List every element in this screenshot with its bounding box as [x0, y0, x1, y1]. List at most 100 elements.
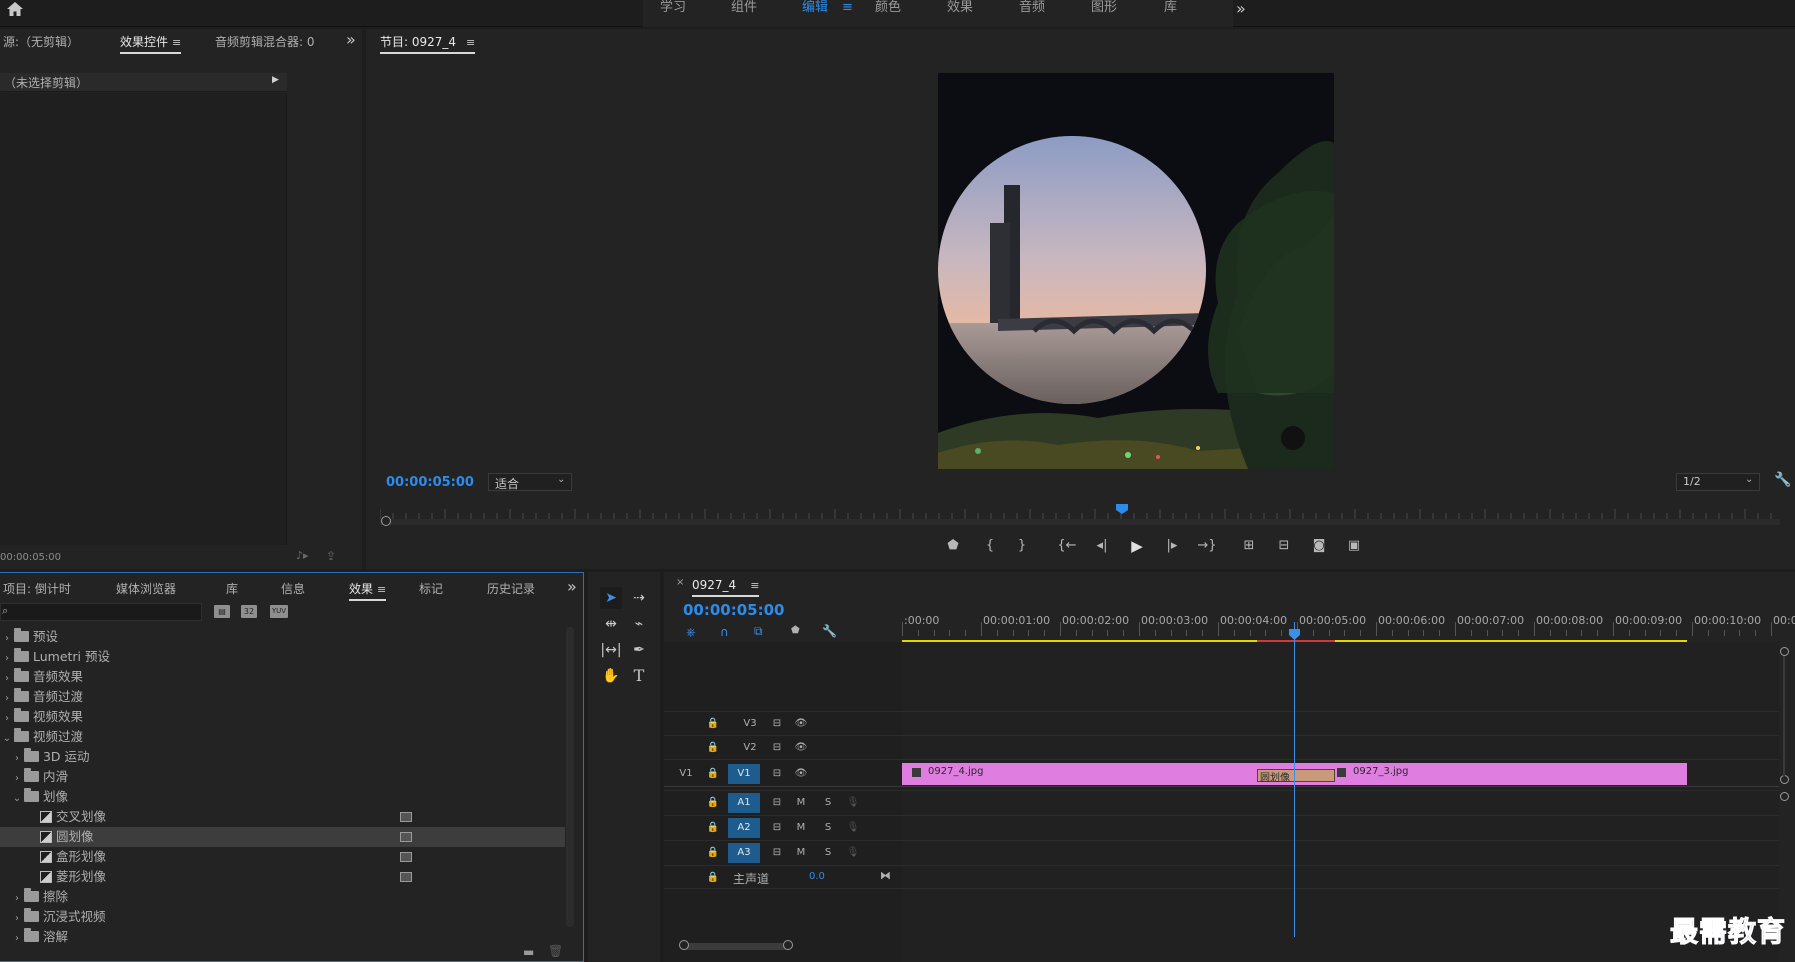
tree-item-immersive-video[interactable]: › 沉浸式视频 — [0, 907, 565, 927]
tree-item-wipe[interactable]: › 擦除 — [0, 887, 565, 907]
panel-menu-icon[interactable]: ≡ — [172, 36, 181, 49]
ripple-edit-tool-icon[interactable]: ⇹ — [600, 613, 622, 635]
horizontal-zoom-bar[interactable] — [680, 943, 789, 950]
step-back-icon[interactable]: ◂| — [1091, 536, 1113, 556]
close-icon[interactable]: × — [676, 577, 684, 588]
tree-item-video-transitions[interactable]: ⌄ 视频过渡 — [0, 727, 565, 747]
tab-audio-clip-mixer[interactable]: 音频剪辑混合器: 0 — [215, 29, 315, 55]
chevron-down-icon[interactable]: ⌄ — [10, 789, 24, 809]
timeline-playhead[interactable] — [1289, 629, 1300, 640]
vertical-scrollbar[interactable] — [1783, 656, 1785, 776]
chevron-right-icon[interactable]: › — [0, 669, 14, 689]
mark-out-icon[interactable]: } — [1011, 536, 1033, 556]
play-only-audio-icon[interactable]: ♪▸ — [296, 549, 309, 562]
tree-item-iris-round[interactable]: 圆划像 — [0, 827, 565, 847]
mute-button[interactable]: M — [792, 795, 810, 811]
double-chevron-right-icon[interactable]: » — [1236, 0, 1246, 18]
selection-tool-icon[interactable]: ➤ — [600, 587, 622, 609]
tab-info[interactable]: 信息 — [281, 576, 305, 602]
chevron-right-icon[interactable]: › — [0, 689, 14, 709]
effects-scrollbar[interactable] — [566, 627, 574, 927]
track-name-v2[interactable]: V2 — [736, 740, 764, 756]
lock-icon[interactable]: 🔒 — [704, 870, 722, 886]
lock-icon[interactable]: 🔒 — [704, 845, 722, 861]
tab-media-browser[interactable]: 媒体浏览器 — [116, 576, 176, 602]
zoom-handle-right[interactable] — [783, 940, 793, 950]
lock-icon[interactable]: 🔒 — [704, 820, 722, 836]
home-icon[interactable] — [6, 1, 24, 17]
lock-icon[interactable]: 🔒 — [704, 795, 722, 811]
tree-item-3d-motion[interactable]: › 3D 运动 — [0, 747, 565, 767]
export-icon[interactable]: ⇪ — [326, 549, 336, 563]
tab-markers[interactable]: 标记 — [419, 576, 443, 602]
effects-search-input[interactable]: ⌕ — [0, 603, 202, 621]
timeline-sequence-tab[interactable]: 0927_4 ≡ — [692, 572, 760, 598]
track-name-v3[interactable]: V3 — [736, 716, 764, 732]
audio-zoom-handle-top[interactable] — [1780, 792, 1789, 801]
chevron-down-icon[interactable]: ⌄ — [0, 729, 14, 749]
eye-icon[interactable]: 👁 — [792, 740, 810, 756]
insert-nest-icon[interactable]: ⎈ — [686, 625, 696, 640]
chevron-right-icon[interactable]: › — [10, 909, 24, 929]
workspace-tab-assembly[interactable]: 组件 — [731, 0, 757, 18]
mute-button[interactable]: M — [792, 845, 810, 861]
resolution-dropdown[interactable]: 1/2 ⌄ — [1676, 473, 1760, 491]
trash-icon[interactable]: 🗑 — [548, 944, 563, 958]
timeline-timecode[interactable]: 00:00:05:00 — [683, 601, 785, 619]
step-forward-icon[interactable]: |▸ — [1161, 536, 1183, 556]
add-marker-icon[interactable]: ⬟ — [791, 625, 800, 636]
lock-icon[interactable]: 🔒 — [704, 766, 722, 782]
panel-menu-icon[interactable]: ≡ — [466, 36, 475, 49]
sync-lock-icon[interactable]: ⊟ — [768, 795, 786, 811]
workspace-tab-graphics[interactable]: 图形 — [1091, 0, 1117, 18]
tree-item-iris-box[interactable]: 盒形划像 — [0, 847, 565, 867]
lift-icon[interactable]: ⊞ — [1238, 536, 1260, 556]
solo-button[interactable]: S — [819, 820, 837, 836]
snap-magnet-icon[interactable]: ∩ — [720, 625, 729, 639]
tab-source[interactable]: 源:（无剪辑） — [3, 29, 79, 55]
tab-effects[interactable]: 效果 ≡ — [349, 576, 387, 602]
program-timecode[interactable]: 00:00:05:00 — [386, 475, 474, 490]
chevron-right-icon[interactable]: › — [0, 629, 14, 649]
tab-project[interactable]: 项目: 倒计时 — [3, 576, 71, 602]
track-target-a3[interactable]: A3 — [728, 843, 760, 863]
eye-icon[interactable]: 👁 — [792, 716, 810, 732]
sync-lock-icon[interactable]: ⊟ — [768, 716, 786, 732]
panel-menu-icon[interactable]: ≡ — [750, 579, 759, 592]
lock-icon[interactable]: 🔒 — [704, 716, 722, 732]
tree-item-iris-cross[interactable]: 交叉划像 — [0, 807, 565, 827]
32bit-effects-icon[interactable]: 32 — [241, 605, 257, 618]
track-target-v1[interactable]: V1 — [728, 764, 760, 784]
chevron-right-icon[interactable]: › — [0, 649, 14, 669]
double-chevron-right-icon[interactable]: » — [346, 30, 356, 49]
new-bin-icon[interactable]: ▬ — [523, 945, 534, 959]
pen-tool-icon[interactable]: ✒ — [628, 639, 650, 661]
chevron-right-icon[interactable]: › — [0, 709, 14, 729]
chevron-right-icon[interactable]: › — [10, 929, 24, 949]
chevron-right-icon[interactable]: › — [10, 889, 24, 909]
tab-effect-controls[interactable]: 效果控件 ≡ — [120, 29, 182, 55]
microphone-icon[interactable]: 🎙 — [844, 820, 862, 836]
workspace-tab-libraries[interactable]: 库 — [1164, 0, 1177, 18]
tree-item-slide[interactable]: › 内滑 — [0, 767, 565, 787]
type-tool-icon[interactable]: T — [628, 665, 650, 687]
linked-selection-icon[interactable]: ⧉ — [754, 624, 763, 639]
razor-tool-icon[interactable]: ⌁ — [628, 613, 650, 635]
workspace-tab-effects[interactable]: 效果 — [947, 0, 973, 18]
solo-button[interactable]: S — [819, 845, 837, 861]
tree-item-iris[interactable]: ⌄ 划像 — [0, 787, 565, 807]
tree-item-video-effects[interactable]: › 视频效果 — [0, 707, 565, 727]
extract-icon[interactable]: ⊟ — [1273, 536, 1295, 556]
go-to-in-icon[interactable]: {← — [1056, 536, 1078, 556]
slip-tool-icon[interactable]: |↔| — [600, 639, 622, 661]
track-target-a2[interactable]: A2 — [728, 818, 760, 838]
hand-tool-icon[interactable]: ✋ — [600, 665, 622, 687]
scrub-start-handle[interactable] — [381, 516, 391, 526]
tree-item-iris-diamond[interactable]: 菱形划像 — [0, 867, 565, 887]
sync-lock-icon[interactable]: ⊟ — [768, 845, 786, 861]
track-select-tool-icon[interactable]: ⇢ — [628, 587, 650, 609]
go-to-end-icon[interactable]: ⧓ — [880, 869, 891, 882]
clip-0927-4[interactable]: 0927_4.jpg — [902, 763, 1264, 785]
track-target-a1[interactable]: A1 — [728, 793, 760, 813]
program-ruler[interactable] — [379, 505, 1780, 519]
